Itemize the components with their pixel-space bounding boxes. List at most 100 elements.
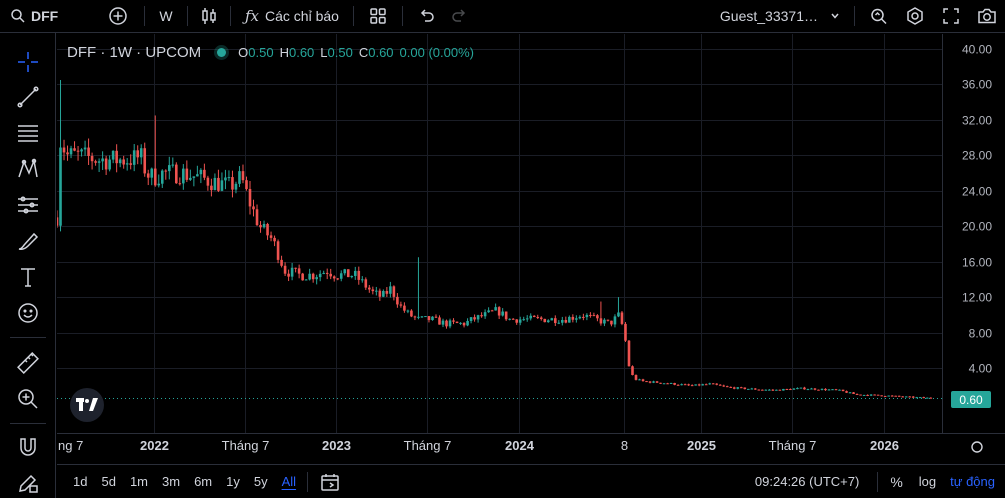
candle-body [66, 152, 69, 155]
candle-body [722, 385, 726, 387]
candle-body [810, 388, 813, 390]
candle-body [350, 275, 354, 278]
range-button-1y[interactable]: 1y [219, 474, 247, 489]
candle-body [845, 391, 848, 393]
candle-body [754, 388, 757, 390]
y-tick-label: 28.00 [962, 149, 992, 163]
chart-pane[interactable]: 40.00 36.00 32.00 28.00 24.00 20.00 16.00 12.00… [57, 34, 1005, 464]
zoom-tool[interactable] [12, 383, 44, 415]
divider [10, 337, 46, 338]
legend-symbol[interactable]: DFF · 1W · UPCOM [67, 44, 201, 61]
y-tick-label: 12.00 [962, 291, 992, 305]
candle-body [785, 388, 789, 390]
bottom-toolbar: 1d 5d 1m 3m 6m 1y 5y All 09:24:26 (UTC+7) % log… [57, 464, 1005, 498]
percent-toggle[interactable]: % [890, 474, 902, 490]
range-button-1d[interactable]: 1d [66, 474, 94, 489]
range-button-1m[interactable]: 1m [123, 474, 155, 489]
candle-body [673, 382, 676, 385]
emoji-tool[interactable] [12, 297, 44, 329]
user-menu[interactable]: Guest_33371… [720, 0, 848, 33]
brush-tool[interactable] [12, 225, 44, 257]
undo-button[interactable] [409, 0, 443, 33]
prediction-tool[interactable] [12, 189, 44, 221]
auto-scale-toggle[interactable]: tự động [950, 474, 995, 489]
pattern-tool[interactable] [12, 153, 44, 185]
candle-body [57, 217, 59, 226]
goto-date-button[interactable] [318, 472, 342, 492]
candle-body [750, 388, 754, 390]
range-button-5y[interactable]: 5y [247, 474, 275, 489]
range-button-all[interactable]: All [275, 474, 303, 489]
candle-body [617, 312, 620, 317]
candle-body [410, 310, 413, 317]
symbol-search[interactable]: DFF [0, 0, 98, 33]
candle-body [273, 237, 276, 242]
candle-body [245, 180, 248, 189]
fullscreen-icon [943, 8, 959, 24]
candle-body [164, 170, 168, 172]
candle-body [775, 389, 778, 391]
candle-body [852, 392, 855, 394]
candle-body [234, 183, 238, 190]
candle-body [59, 147, 62, 226]
snapshot-button[interactable] [969, 0, 1005, 33]
candle-body [687, 384, 690, 386]
indicators-button[interactable]: ƒx Các chỉ báo [237, 0, 347, 33]
range-button-3m[interactable]: 3m [155, 474, 187, 489]
candle-body [739, 387, 743, 389]
candle-body [206, 177, 210, 186]
high-label: H [279, 45, 289, 60]
clock[interactable]: 09:24:26 (UTC+7) [755, 474, 859, 489]
candle-body [511, 318, 515, 320]
candle-body [708, 383, 711, 385]
compare-add-button[interactable] [98, 0, 138, 33]
candle-body [652, 381, 655, 383]
measure-tool[interactable] [12, 347, 44, 379]
range-button-5d[interactable]: 5d [94, 474, 122, 489]
text-tool[interactable] [12, 261, 44, 293]
lock-drawing-tool[interactable] [12, 467, 44, 498]
candle-body [634, 375, 638, 380]
candle-body [452, 320, 455, 322]
candle-body [371, 289, 375, 292]
fib-tool[interactable] [12, 117, 44, 149]
candle-body [262, 223, 266, 228]
quick-search-button[interactable] [861, 0, 897, 33]
y-tick-label: 20.00 [962, 220, 992, 234]
indicators-label: Các chỉ báo [265, 8, 339, 24]
candle-body [918, 397, 922, 399]
candle-body [820, 388, 824, 390]
candle-body [469, 317, 473, 321]
candle-body [115, 150, 118, 164]
redo-button[interactable] [443, 0, 477, 33]
magnet-tool[interactable] [12, 431, 44, 463]
candle-body [473, 317, 476, 320]
interval-button[interactable]: W [151, 0, 181, 33]
fullscreen-button[interactable] [933, 0, 969, 33]
candle-body [336, 278, 340, 280]
candle-body [908, 396, 912, 398]
drawing-toolbar [0, 33, 56, 498]
layout-button[interactable] [360, 0, 396, 33]
log-toggle[interactable]: log [919, 474, 936, 489]
crosshair-tool[interactable] [12, 46, 44, 78]
candle-body [897, 395, 901, 397]
candle-body [736, 387, 740, 389]
chart-type-button[interactable] [194, 0, 224, 33]
candle-body [441, 320, 445, 325]
candle-body [873, 394, 876, 396]
candle-body [252, 206, 255, 210]
horizontal-lines-icon [18, 125, 38, 142]
tradingview-logo[interactable] [70, 388, 104, 422]
candle-body [417, 316, 420, 318]
axis-settings-icon[interactable] [971, 441, 983, 453]
range-button-6m[interactable]: 6m [187, 474, 219, 489]
trend-line-tool[interactable] [12, 81, 44, 113]
candle-body [890, 395, 894, 397]
price-chart[interactable]: 40.00 36.00 32.00 28.00 24.00 20.00 16.00 12.00… [57, 34, 1005, 464]
candle-body [525, 318, 529, 320]
candle-body [596, 315, 599, 319]
market-status-dot[interactable] [217, 48, 227, 57]
settings-button[interactable] [897, 0, 933, 33]
crosshair-icon [18, 52, 38, 72]
